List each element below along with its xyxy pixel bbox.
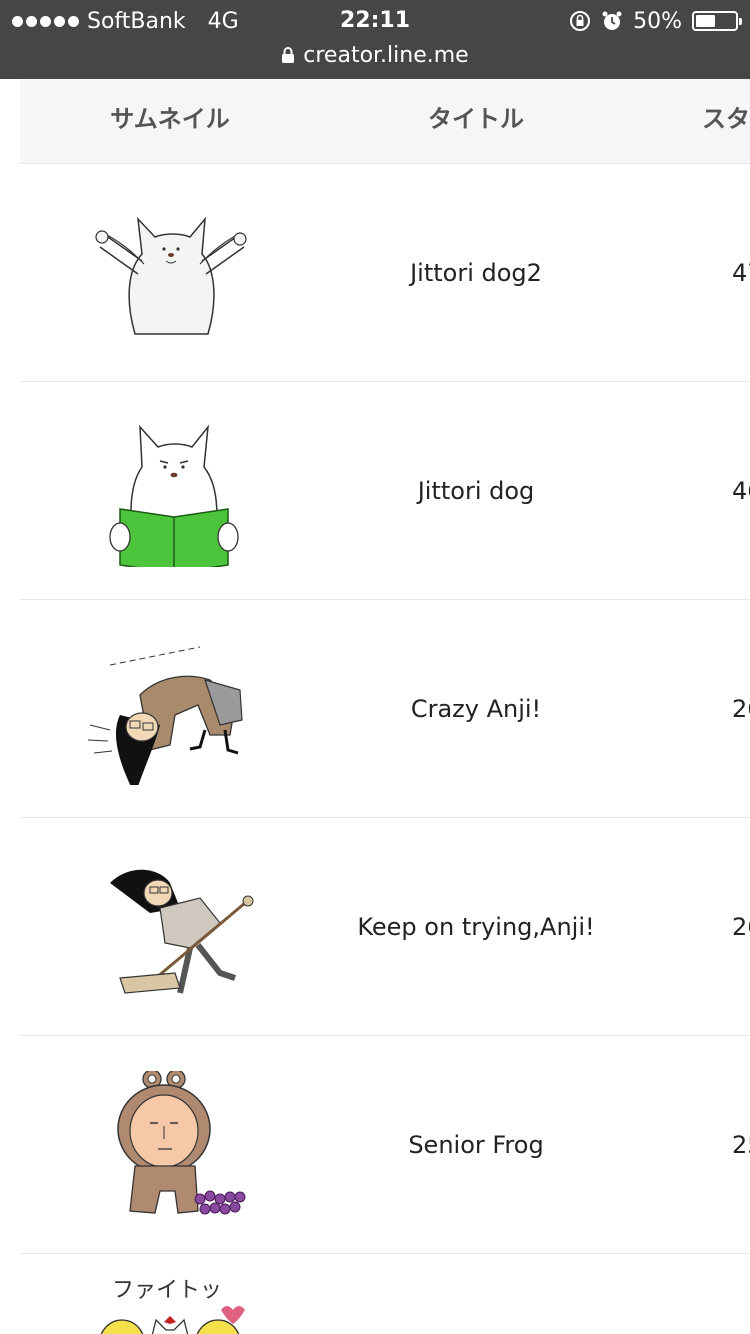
- white-dog-arms-up-icon: [95, 216, 247, 335]
- rotation-lock-icon: [570, 11, 591, 31]
- table-row[interactable]: ファイトッ: [20, 1254, 750, 1334]
- row-status: 47: [732, 259, 750, 287]
- fight-sticker-icon: [100, 1306, 245, 1334]
- sticker-table: サムネイル タイトル スタ Jittori dog2 47: [20, 79, 750, 1334]
- address-bar[interactable]: creator.line.me: [0, 40, 750, 70]
- column-header-status[interactable]: スタ: [702, 79, 750, 164]
- table-row[interactable]: Jittori dog 46: [20, 382, 750, 600]
- row-status: 46: [732, 477, 750, 505]
- lock-icon: [282, 47, 295, 63]
- anji-dancing-icon: [87, 646, 243, 785]
- row-title[interactable]: Senior Frog: [320, 1036, 632, 1254]
- anji-mopping-icon: [110, 869, 254, 994]
- table-row[interactable]: Crazy Anji! 26: [20, 600, 750, 818]
- senior-frog-icon: [117, 1071, 246, 1215]
- row-title[interactable]: Crazy Anji!: [320, 600, 632, 818]
- white-dog-reading-book-icon: [109, 424, 239, 567]
- status-bar: SoftBank 4G 22:11 50% creator.line.me: [0, 0, 750, 79]
- row-title[interactable]: Jittori dog2: [320, 164, 632, 382]
- table-row[interactable]: Keep on trying,Anji! 26: [20, 818, 750, 1036]
- battery-icon: [692, 11, 742, 31]
- row-title[interactable]: Keep on trying,Anji!: [320, 818, 632, 1036]
- column-header-title[interactable]: タイトル: [320, 79, 632, 164]
- thumbnail-caption: ファイトッ: [112, 1278, 223, 1303]
- column-header-thumbnail[interactable]: サムネイル: [20, 79, 320, 164]
- url-text: creator.line.me: [303, 42, 469, 68]
- row-status: 26: [732, 913, 750, 941]
- row-status: 26: [732, 695, 750, 723]
- table-row[interactable]: Jittori dog2 47: [20, 164, 750, 382]
- row-title[interactable]: Jittori dog: [320, 382, 632, 600]
- row-status: 25: [732, 1131, 750, 1159]
- table-header: サムネイル タイトル スタ: [20, 79, 750, 164]
- battery-percent: 50%: [633, 8, 682, 34]
- alarm-icon: [602, 11, 622, 30]
- table-row[interactable]: Senior Frog 25: [20, 1036, 750, 1254]
